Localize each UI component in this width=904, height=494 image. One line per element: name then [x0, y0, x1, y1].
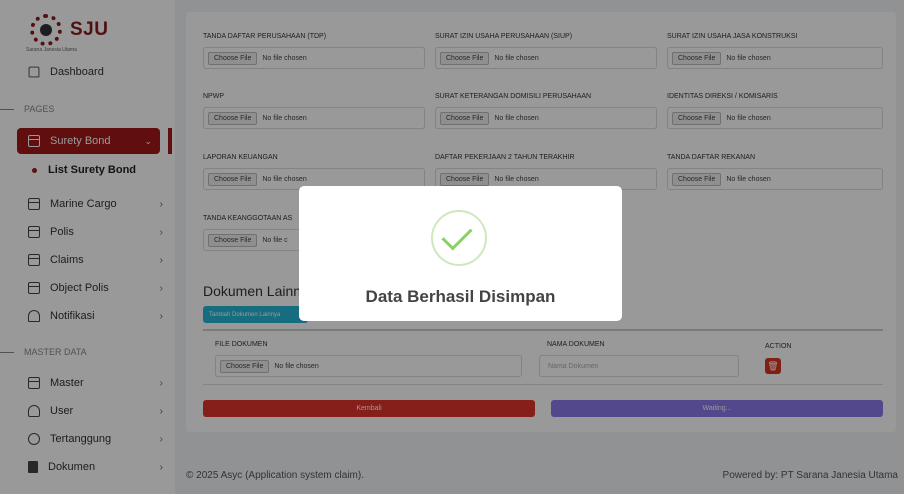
success-dialog: Data Berhasil Disimpan [299, 186, 622, 321]
success-check-icon [431, 210, 487, 266]
success-message: Data Berhasil Disimpan [365, 287, 556, 306]
